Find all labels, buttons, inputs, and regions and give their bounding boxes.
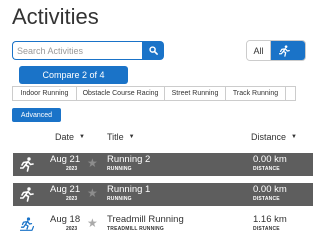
running-icon (20, 187, 34, 202)
tab-street-running[interactable]: Street Running (165, 86, 226, 101)
tab-obstacle-course-racing[interactable]: Obstacle Course Racing (77, 86, 165, 101)
search-icon (148, 46, 158, 55)
activity-type-tabs: Indoor Running Obstacle Course Racing St… (12, 86, 296, 101)
advanced-button[interactable]: Advanced (12, 108, 61, 122)
activity-type-label: RUNNING (107, 196, 132, 202)
distance-label: DISTANCE (253, 196, 280, 202)
sort-caret-icon: ▼ (79, 134, 85, 140)
compare-button[interactable]: Compare 2 of 4 (19, 66, 128, 84)
favorite-star-icon[interactable]: ★ (87, 156, 98, 170)
date-column-header[interactable]: Date ▼ (55, 132, 85, 142)
tab-more[interactable] (286, 86, 296, 101)
filter-running-button[interactable] (270, 41, 305, 60)
title-header-label: Title (107, 132, 124, 142)
distance-label: DISTANCE (253, 226, 280, 232)
tab-indoor-running[interactable]: Indoor Running (12, 86, 77, 101)
favorite-star-icon[interactable]: ★ (87, 186, 98, 200)
date-header-label: Date (55, 132, 75, 142)
activity-title-link[interactable]: Running 2 (107, 154, 150, 165)
activity-date: Aug 21 (50, 184, 81, 195)
distance-label: DISTANCE (253, 166, 280, 172)
search-input[interactable] (12, 41, 142, 60)
activity-distance: 0.00 km (253, 154, 287, 165)
treadmill-icon (20, 217, 34, 231)
running-icon (20, 157, 34, 172)
title-column-header[interactable]: Title ▼ (107, 132, 135, 142)
activity-filter-toggle: All (246, 40, 306, 61)
activity-row[interactable]: Aug 21 2023 ★ Running 2 RUNNING 0.00 km … (13, 153, 313, 176)
activity-type-label: TREADMILL RUNNING (107, 226, 164, 232)
activity-row[interactable]: Aug 21 2023 ★ Running 1 RUNNING 0.00 km … (13, 183, 313, 206)
activity-title-link[interactable]: Running 1 (107, 184, 150, 195)
activity-date: Aug 18 (50, 214, 81, 225)
search-bar (12, 41, 164, 60)
activity-distance: 0.00 km (253, 184, 287, 195)
activity-distance: 1.16 km (253, 214, 287, 225)
activity-year: 2023 (66, 226, 78, 232)
search-button[interactable] (142, 41, 164, 60)
sort-caret-icon: ▼ (291, 134, 297, 140)
distance-header-label: Distance (251, 132, 287, 142)
sort-caret-icon: ▼ (128, 134, 135, 140)
favorite-star-icon[interactable]: ★ (87, 216, 98, 230)
tab-track-running[interactable]: Track Running (226, 86, 286, 101)
filter-all-button[interactable]: All (247, 41, 271, 60)
activity-date: Aug 21 (50, 154, 81, 165)
running-icon (279, 44, 290, 57)
activity-year: 2023 (66, 196, 78, 202)
page-title: Activities (12, 4, 99, 29)
activity-year: 2023 (66, 166, 78, 172)
activity-type-label: RUNNING (107, 166, 132, 172)
distance-column-header[interactable]: Distance ▼ (251, 132, 297, 142)
activity-title-link[interactable]: Treadmill Running (107, 214, 184, 225)
activity-row[interactable]: Aug 18 2023 ★ Treadmill Running TREADMIL… (13, 213, 313, 236)
